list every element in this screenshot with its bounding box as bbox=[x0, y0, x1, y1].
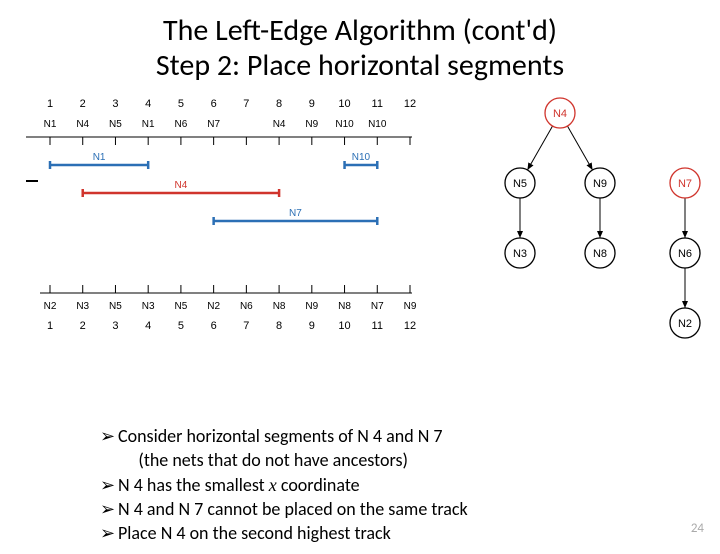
svg-text:N2: N2 bbox=[207, 301, 220, 312]
svg-text:1: 1 bbox=[47, 98, 53, 110]
svg-text:N10: N10 bbox=[335, 119, 354, 130]
svg-text:N10: N10 bbox=[368, 119, 387, 130]
track-svg: 123456789101112N1N4N5N1N6N7N4N9N10N10N1N… bbox=[20, 93, 420, 373]
slide-title: The Left-Edge Algorithm (cont'd) Step 2:… bbox=[0, 14, 720, 83]
title-line-1: The Left-Edge Algorithm (cont'd) bbox=[0, 14, 720, 49]
svg-text:N9: N9 bbox=[305, 119, 318, 130]
bullet-1-sub-text: (the nets that do not have ancestors) bbox=[138, 449, 408, 471]
svg-text:N9: N9 bbox=[305, 301, 318, 312]
bullet-2-pre: N 4 has the smallest bbox=[118, 474, 269, 496]
svg-text:11: 11 bbox=[372, 320, 383, 332]
svg-text:N4: N4 bbox=[553, 108, 567, 120]
svg-text:N3: N3 bbox=[142, 301, 155, 312]
svg-text:N8: N8 bbox=[273, 301, 286, 312]
svg-text:2: 2 bbox=[80, 320, 86, 332]
svg-text:6: 6 bbox=[211, 320, 217, 332]
svg-text:10: 10 bbox=[338, 320, 350, 332]
svg-text:N7: N7 bbox=[371, 301, 384, 312]
svg-text:N4: N4 bbox=[175, 180, 188, 191]
bullet-arrow-icon: ➢ bbox=[100, 521, 118, 545]
svg-text:N6: N6 bbox=[678, 248, 692, 260]
svg-text:N5: N5 bbox=[109, 119, 122, 130]
svg-text:8: 8 bbox=[276, 320, 282, 332]
svg-text:N7: N7 bbox=[289, 208, 302, 219]
svg-text:4: 4 bbox=[145, 320, 151, 332]
svg-text:N1: N1 bbox=[142, 119, 155, 130]
svg-text:4: 4 bbox=[145, 98, 151, 110]
content-area: 123456789101112N1N4N5N1N6N7N4N9N10N10N1N… bbox=[0, 83, 720, 383]
svg-text:7: 7 bbox=[243, 320, 249, 332]
title-line-2: Step 2: Place horizontal segments bbox=[0, 49, 720, 84]
page-number: 24 bbox=[691, 521, 704, 536]
bullet-3-text: N 4 and N 7 cannot be placed on the same… bbox=[118, 498, 468, 520]
svg-text:N5: N5 bbox=[513, 178, 527, 190]
svg-text:N4: N4 bbox=[273, 119, 286, 130]
bullet-2-x: x bbox=[269, 475, 277, 495]
svg-text:6: 6 bbox=[211, 98, 217, 110]
track-diagram: 123456789101112N1N4N5N1N6N7N4N9N10N10N1N… bbox=[20, 93, 420, 373]
bullet-2: ➢N 4 has the smallest x coordinate bbox=[100, 473, 468, 497]
svg-text:11: 11 bbox=[372, 98, 383, 110]
bullet-arrow-icon: ➢ bbox=[100, 424, 118, 448]
svg-text:7: 7 bbox=[243, 98, 249, 110]
svg-text:N10: N10 bbox=[352, 152, 371, 163]
svg-text:N5: N5 bbox=[109, 301, 122, 312]
bullet-3: ➢N 4 and N 7 cannot be placed on the sam… bbox=[100, 497, 468, 521]
vcg-tree: N4 N5 N9 N3 N8 N7 N6 N2 bbox=[490, 93, 710, 353]
svg-text:N7: N7 bbox=[207, 119, 220, 130]
bullet-1-text: Consider horizontal segments of N 4 and … bbox=[118, 425, 443, 447]
svg-text:N1: N1 bbox=[93, 152, 106, 163]
bullet-arrow-icon: ➢ bbox=[100, 473, 118, 497]
svg-text:N8: N8 bbox=[338, 301, 351, 312]
svg-text:N2: N2 bbox=[44, 301, 57, 312]
bullet-arrow-icon: ➢ bbox=[100, 497, 118, 521]
svg-text:2: 2 bbox=[80, 98, 86, 110]
svg-text:5: 5 bbox=[178, 320, 184, 332]
svg-text:9: 9 bbox=[309, 320, 315, 332]
svg-text:5: 5 bbox=[178, 98, 184, 110]
svg-text:12: 12 bbox=[404, 98, 416, 110]
svg-text:N6: N6 bbox=[240, 301, 253, 312]
svg-text:8: 8 bbox=[276, 98, 282, 110]
svg-text:N3: N3 bbox=[513, 248, 527, 260]
svg-text:9: 9 bbox=[309, 98, 315, 110]
svg-text:N1: N1 bbox=[44, 119, 57, 130]
svg-text:N8: N8 bbox=[593, 248, 607, 260]
svg-text:N9: N9 bbox=[593, 178, 607, 190]
bullet-list: ➢Consider horizontal segments of N 4 and… bbox=[100, 424, 468, 545]
svg-text:10: 10 bbox=[338, 98, 350, 110]
bullet-1: ➢Consider horizontal segments of N 4 and… bbox=[100, 424, 468, 448]
svg-text:3: 3 bbox=[112, 98, 118, 110]
svg-text:12: 12 bbox=[404, 320, 416, 332]
svg-text:N2: N2 bbox=[678, 318, 692, 330]
tree-svg: N4 N5 N9 N3 N8 N7 N6 N2 bbox=[490, 93, 710, 353]
bullet-2-post: coordinate bbox=[277, 474, 360, 496]
svg-text:N4: N4 bbox=[76, 119, 89, 130]
svg-text:N9: N9 bbox=[404, 301, 417, 312]
svg-text:N6: N6 bbox=[175, 119, 188, 130]
svg-text:N3: N3 bbox=[76, 301, 89, 312]
bullet-1-sub: (the nets that do not have ancestors) bbox=[100, 448, 468, 472]
svg-text:N5: N5 bbox=[175, 301, 188, 312]
bullet-4: ➢Place N 4 on the second highest track bbox=[100, 521, 468, 545]
svg-text:3: 3 bbox=[112, 320, 118, 332]
svg-text:1: 1 bbox=[47, 320, 53, 332]
svg-text:N7: N7 bbox=[678, 178, 692, 190]
bullet-4-text: Place N 4 on the second highest track bbox=[118, 522, 391, 544]
